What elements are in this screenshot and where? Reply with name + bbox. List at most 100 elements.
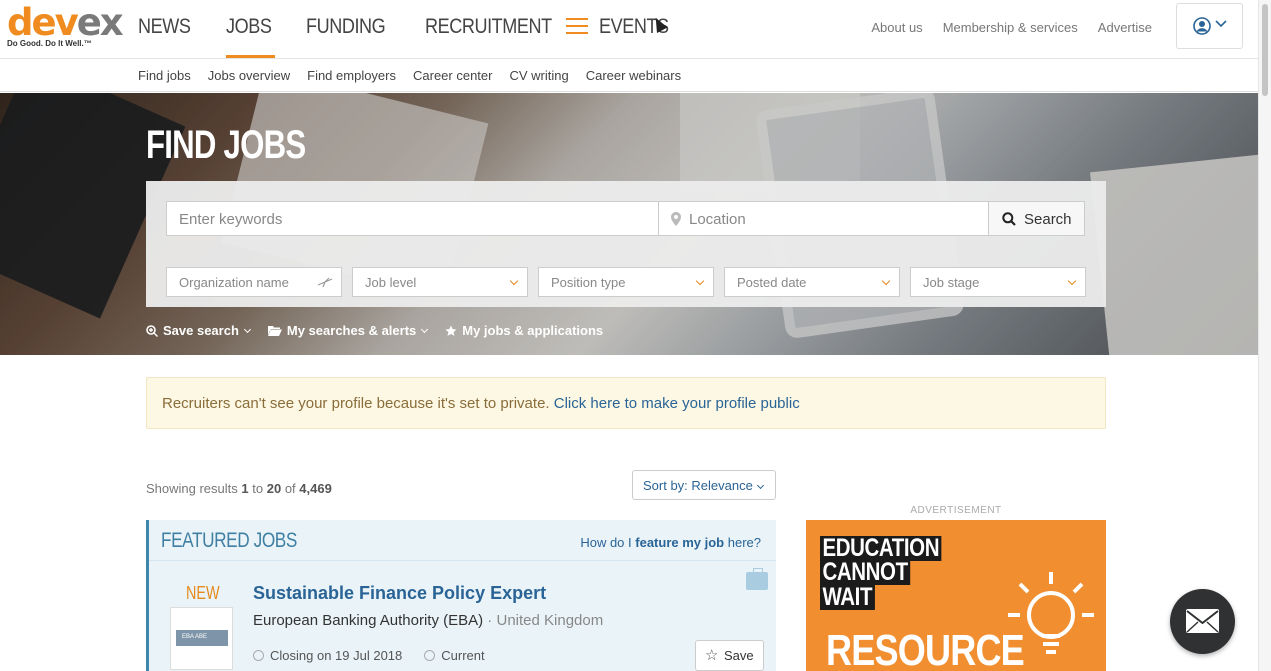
job-level-filter[interactable]: Job level [352,267,528,297]
subnav-cv-writing[interactable]: CV writing [509,59,568,92]
search-icon [1002,212,1016,226]
featured-jobs-title: FEATURED JOBS [161,529,297,552]
results-to-word: to [252,481,264,496]
results-prefix: Showing results [146,481,238,496]
location-input[interactable]: Location [658,201,989,236]
ad-line-2: CANNOT [820,560,911,585]
alert-text: Recruiters can't see your profile becaus… [162,395,550,412]
job-stage: Current [424,648,485,663]
user-avatar-icon [1193,17,1211,35]
posted-date-label: Posted date [737,275,807,290]
save-search-link[interactable]: Save search [146,323,251,338]
page-title: FIND JOBS [146,123,306,167]
scrollbar[interactable] [1258,0,1271,671]
nav-news[interactable]: NEWS [138,0,191,58]
company-logo[interactable]: EBA ABE [170,607,233,670]
results-count: Showing results 1 to 20 of 4,469 [146,481,332,496]
main-nav: NEWS JOBS FUNDING RECRUITMENT EVENTS [138,0,707,58]
membership-link[interactable]: Membership & services [943,20,1078,35]
nav-recruitment[interactable]: RECRUITMENT [425,0,552,58]
my-jobs-applications-label: My jobs & applications [462,323,604,338]
organization-name-placeholder: Organization name [179,275,289,290]
filter-row: Organization name Job level Position typ… [166,267,1096,297]
job-company: European Banking Authority (EBA) · Unite… [253,612,603,629]
featured-jobs-panel: FEATURED JOBS How do I feature my job he… [146,520,776,671]
job-stage-label: Job stage [923,275,980,290]
nav-funding[interactable]: FUNDING [306,0,386,58]
autocomplete-icon [317,277,333,288]
subnav-find-jobs[interactable]: Find jobs [138,59,191,92]
advertise-link[interactable]: Advertise [1098,20,1152,35]
briefcase-icon [746,568,768,590]
keywords-input[interactable]: Enter keywords [166,201,659,236]
chevron-down-icon [243,325,251,333]
company-name[interactable]: European Banking Authority (EBA) [253,612,483,629]
posted-date-filter[interactable]: Posted date [724,267,900,297]
scrollbar-thumb[interactable] [1262,4,1268,96]
nav-jobs[interactable]: JOBS [226,0,275,58]
closing-date-text: Closing on 19 Jul 2018 [270,648,403,663]
subnav-jobs-overview[interactable]: Jobs overview [208,59,290,92]
subnav-career-center[interactable]: Career center [413,59,492,92]
make-profile-public-link[interactable]: Click here to make your profile public [554,395,800,412]
advertisement-banner[interactable]: EDUCATION CANNOT WAIT RESOURCE [806,520,1106,671]
my-searches-alerts-label: My searches & alerts [286,323,417,338]
feature-my-job-link[interactable]: How do I feature my job here? [580,535,761,550]
chevron-down-icon [695,276,705,286]
map-pin-icon [671,212,681,226]
help-pre: How do I [580,535,632,550]
logo-ex-text: ex [76,1,124,44]
hamburger-menu-icon[interactable] [566,18,588,36]
job-location: United Kingdom [496,612,604,629]
chevron-down-icon [756,481,764,490]
featured-jobs-header: FEATURED JOBS How do I feature my job he… [149,520,776,561]
sort-label: Sort by: Relevance [643,478,753,493]
star-icon [445,325,457,336]
hero-banner: FIND JOBS Enter keywords Location Search… [0,93,1258,355]
my-jobs-applications-link[interactable]: My jobs & applications [445,323,603,338]
new-badge: NEW [186,583,220,603]
about-us-link[interactable]: About us [871,20,922,35]
search-panel: Enter keywords Location Search Organizat… [146,181,1106,307]
save-job-button[interactable]: ☆ Save [695,640,764,671]
chevron-down-icon [1067,276,1077,286]
save-label: Save [724,648,754,663]
my-searches-alerts-link[interactable]: My searches & alerts [267,323,429,338]
info-icon [424,650,436,661]
subnav-find-employers[interactable]: Find employers [307,59,396,92]
sort-dropdown[interactable]: Sort by: Relevance [632,470,776,500]
user-menu-button[interactable] [1176,3,1243,49]
subnav-career-webinars[interactable]: Career webinars [586,59,681,92]
advertisement-label: ADVERTISEMENT [910,505,1002,516]
job-level-label: Job level [365,275,417,290]
message-button[interactable] [1170,589,1235,654]
profile-private-alert: Recruiters can't see your profile becaus… [146,377,1106,429]
page: devex Do Good. Do It Well.™ NEWS JOBS FU… [0,0,1271,671]
job-meta: Closing on 19 Jul 2018 Current [253,648,507,663]
chevron-down-icon [881,276,891,286]
devex-logo[interactable]: devex Do Good. Do It Well.™ [7,4,124,50]
ad-line-3: WAIT [820,585,875,610]
results-to: 20 [266,481,282,496]
chevron-down-icon [1215,20,1227,28]
company-logo-text: EBA ABE [176,630,228,646]
search-button-label: Search [1024,211,1072,228]
search-tools: Save search My searches & alerts My jobs… [146,323,621,338]
star-outline-icon: ☆ [705,647,719,664]
results-from: 1 [241,481,249,496]
header-right-links: About us Membership & services Advertise [851,20,1152,35]
job-title-link[interactable]: Sustainable Finance Policy Expert [253,583,546,604]
location-placeholder: Location [689,211,746,228]
job-stage-filter[interactable]: Job stage [910,267,1086,297]
sub-nav: Find jobs Jobs overview Find employers C… [0,59,1258,92]
separator: · [483,612,497,629]
results-total: 4,469 [299,481,332,496]
search-plus-icon [146,324,158,337]
organization-name-filter[interactable]: Organization name [166,267,342,297]
position-type-filter[interactable]: Position type [538,267,714,297]
top-header: devex Do Good. Do It Well.™ NEWS JOBS FU… [0,0,1258,59]
folder-open-icon [267,326,282,336]
search-button[interactable]: Search [988,201,1085,236]
position-type-label: Position type [551,275,626,290]
job-stage-text: Current [441,648,485,663]
